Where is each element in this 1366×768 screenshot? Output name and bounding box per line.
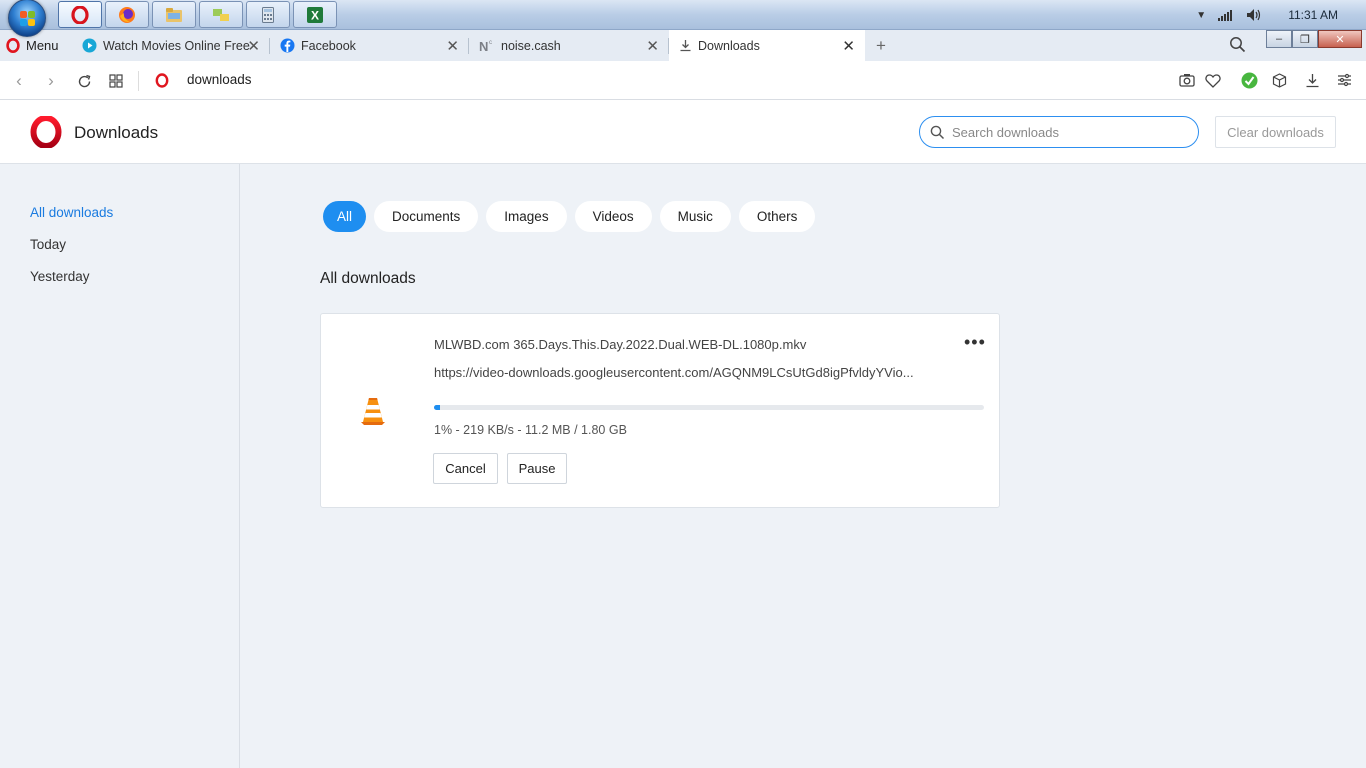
url-field[interactable]: downloads xyxy=(187,72,252,87)
forward-button[interactable]: › xyxy=(42,71,60,90)
address-bar: ‹ › downloads xyxy=(0,61,1366,100)
windows-taskbar: X ▼ 11:31 AM xyxy=(0,0,1366,37)
opera-app-icon xyxy=(71,5,89,24)
svg-text:X: X xyxy=(311,8,319,22)
new-tab-button[interactable]: + xyxy=(868,33,894,59)
chevron-right-icon: › xyxy=(48,71,54,90)
tab-title: Facebook xyxy=(301,38,356,53)
taskbar-opera[interactable] xyxy=(58,1,102,28)
svg-text:c: c xyxy=(489,40,492,46)
opera-logo-icon xyxy=(30,116,62,148)
tab-title: Watch Movies Online Free xyxy=(103,38,250,53)
filter-videos[interactable]: Videos xyxy=(574,201,652,232)
tray-expand-icon[interactable]: ▼ xyxy=(1196,10,1206,21)
download-url[interactable]: https://video-downloads.googleuserconten… xyxy=(434,365,914,380)
reload-icon xyxy=(78,74,90,87)
section-title: All downloads xyxy=(320,270,416,287)
pause-button[interactable]: Pause xyxy=(507,453,567,484)
search-icon xyxy=(930,125,945,140)
close-tab-icon[interactable]: ✕ xyxy=(646,37,659,55)
extension-vpn-icon[interactable] xyxy=(1241,72,1258,89)
grid-icon xyxy=(109,74,123,88)
taskbar-firefox[interactable] xyxy=(105,1,149,28)
close-window-button[interactable]: ✕ xyxy=(1318,30,1362,48)
filter-images[interactable]: Images xyxy=(486,201,567,232)
heart-icon[interactable] xyxy=(1205,73,1221,88)
taskbar-calculator[interactable] xyxy=(246,1,290,28)
more-options-icon[interactable]: ••• xyxy=(964,332,986,353)
taskbar-clock[interactable]: 11:31 AM xyxy=(1288,8,1338,22)
vlc-cone-icon xyxy=(361,398,385,425)
svg-text:N: N xyxy=(479,39,488,53)
close-tab-icon[interactable]: ✕ xyxy=(247,37,260,55)
chevron-left-icon: ‹ xyxy=(16,71,22,90)
back-button[interactable]: ‹ xyxy=(10,71,28,90)
menu-label: Menu xyxy=(26,38,59,53)
download-item: MLWBD.com 365.Days.This.Day.2022.Dual.WE… xyxy=(320,313,1000,508)
excel-app-icon: X xyxy=(307,6,323,23)
taskbar-network[interactable] xyxy=(199,1,243,28)
tab-downloads[interactable]: Downloads ✕ xyxy=(669,30,865,61)
facebook-icon xyxy=(280,38,295,53)
easy-setup-icon[interactable] xyxy=(1337,73,1352,87)
noise-cash-icon: Nc xyxy=(479,39,492,53)
taskbar-file-explorer[interactable] xyxy=(152,1,196,28)
close-icon: ✕ xyxy=(1335,33,1345,46)
search-input[interactable] xyxy=(952,122,1190,142)
cube-icon[interactable] xyxy=(1272,73,1287,88)
download-icon xyxy=(680,40,691,52)
reload-button[interactable] xyxy=(75,72,93,90)
download-progress-bar xyxy=(434,405,984,410)
tab-title: noise.cash xyxy=(501,38,561,53)
opera-logo-icon xyxy=(6,38,20,53)
sidebar-item-all-downloads[interactable]: All downloads xyxy=(30,205,113,220)
downloads-header: Downloads Clear downloads xyxy=(0,100,1366,164)
taskbar-excel[interactable]: X xyxy=(293,1,337,28)
filter-others[interactable]: Others xyxy=(738,201,816,232)
play-icon xyxy=(82,38,97,53)
download-status: 1% - 219 KB/s - 11.2 MB / 1.80 GB xyxy=(434,423,627,437)
close-tab-icon[interactable]: ✕ xyxy=(842,37,855,55)
firefox-app-icon xyxy=(119,6,135,23)
opera-site-icon xyxy=(155,73,169,88)
sidebar-item-yesterday[interactable]: Yesterday xyxy=(30,269,90,284)
signal-strength-icon[interactable] xyxy=(1218,9,1234,21)
windows-logo-icon xyxy=(20,11,36,27)
start-button[interactable] xyxy=(8,0,46,37)
restore-button[interactable]: ❐ xyxy=(1292,30,1318,48)
tab-noise-cash[interactable]: Nc noise.cash ✕ xyxy=(469,30,669,61)
calculator-app-icon xyxy=(262,6,274,23)
camera-icon[interactable] xyxy=(1179,73,1195,87)
filter-documents[interactable]: Documents xyxy=(374,201,479,232)
clear-downloads-button[interactable]: Clear downloads xyxy=(1215,116,1336,148)
restore-icon: ❐ xyxy=(1300,33,1310,46)
tab-search-icon[interactable] xyxy=(1229,36,1246,53)
search-downloads[interactable] xyxy=(919,116,1199,148)
tab-title: Downloads xyxy=(698,38,760,53)
download-filename[interactable]: MLWBD.com 365.Days.This.Day.2022.Dual.WE… xyxy=(434,337,806,352)
filter-all[interactable]: All xyxy=(323,201,367,232)
tab-strip: Menu Watch Movies Online Free ✕ Facebook… xyxy=(0,30,1366,61)
address-divider xyxy=(138,71,139,91)
network-app-icon xyxy=(213,8,229,21)
download-icon[interactable] xyxy=(1305,73,1320,88)
minimize-button[interactable]: – xyxy=(1266,30,1292,48)
volume-icon[interactable] xyxy=(1246,8,1262,22)
plus-icon: + xyxy=(876,36,886,55)
sidebar-item-today[interactable]: Today xyxy=(30,237,66,252)
filter-music[interactable]: Music xyxy=(659,201,731,232)
close-tab-icon[interactable]: ✕ xyxy=(446,37,459,55)
minimize-icon: – xyxy=(1275,33,1283,45)
tab-facebook[interactable]: Facebook ✕ xyxy=(270,30,469,61)
tab-watch-movies[interactable]: Watch Movies Online Free ✕ xyxy=(72,30,270,61)
filter-chips: All Documents Images Videos Music Others xyxy=(323,201,816,232)
file-explorer-app-icon xyxy=(166,7,182,22)
downloads-sidebar: All downloads Today Yesterday xyxy=(0,164,240,768)
cancel-button[interactable]: Cancel xyxy=(433,453,498,484)
page-title: Downloads xyxy=(74,123,159,142)
download-progress-fill xyxy=(434,405,440,410)
tabs-grid-button[interactable] xyxy=(107,72,125,90)
